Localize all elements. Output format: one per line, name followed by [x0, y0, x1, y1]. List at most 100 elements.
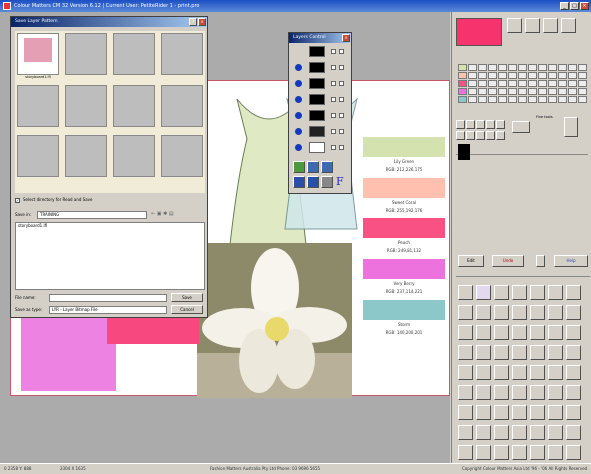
thumbnail-empty[interactable] [113, 85, 155, 127]
tool-button[interactable] [476, 385, 491, 400]
palette-cell[interactable] [538, 72, 547, 79]
palette-cell[interactable] [478, 88, 487, 95]
palette-cell[interactable] [528, 96, 537, 103]
palette-cell[interactable] [468, 64, 477, 71]
palette-cell[interactable] [558, 80, 567, 87]
layer-lock[interactable] [339, 113, 344, 118]
tool-button[interactable] [512, 305, 527, 320]
tool-button[interactable] [512, 385, 527, 400]
layer-checkbox[interactable] [331, 65, 336, 70]
print-icon[interactable] [561, 18, 576, 33]
file-list[interactable]: storyboard1.lfl [15, 222, 205, 290]
palette-cell[interactable] [498, 88, 507, 95]
thumbnail-empty[interactable] [65, 135, 107, 177]
select-tool-icon[interactable] [458, 285, 473, 300]
palette-cell[interactable] [478, 96, 487, 103]
tool-button[interactable] [458, 405, 473, 420]
thumbnail-empty[interactable] [17, 135, 59, 177]
tool-mini-button[interactable] [486, 120, 495, 129]
text-abc-icon[interactable] [566, 285, 581, 300]
colour-palette[interactable] [456, 62, 588, 114]
minimize-button[interactable]: _ [560, 2, 569, 10]
tool-mini-button[interactable] [476, 120, 485, 129]
tool-button[interactable] [530, 385, 545, 400]
palette-cell[interactable] [548, 72, 557, 79]
layer-visibility-icon[interactable] [295, 128, 302, 135]
layer-checkbox[interactable] [331, 49, 336, 54]
layer-save-icon[interactable] [293, 176, 305, 188]
tool-mini-button[interactable] [466, 120, 475, 129]
swatch-sweet-coral[interactable] [363, 178, 445, 198]
layer-visibility-icon[interactable] [295, 144, 302, 151]
palette-cell[interactable] [468, 80, 477, 87]
tool-button[interactable] [494, 305, 509, 320]
layer-row[interactable] [293, 125, 345, 138]
tool-button[interactable] [548, 385, 563, 400]
picture-icon[interactable] [525, 18, 540, 33]
directory-checkbox[interactable]: ✓ [15, 198, 20, 203]
palette-cell[interactable] [468, 72, 477, 79]
palette-cell[interactable] [538, 64, 547, 71]
file-name-input[interactable] [49, 294, 167, 302]
layer-row[interactable] [293, 45, 345, 58]
palette-cell[interactable] [578, 72, 587, 79]
tool-button[interactable] [548, 345, 563, 360]
tool-button[interactable] [476, 325, 491, 340]
layer-visibility-icon[interactable] [295, 112, 302, 119]
tool-button[interactable] [530, 345, 545, 360]
palette-cell[interactable] [568, 96, 577, 103]
palette-cell[interactable] [518, 96, 527, 103]
save-as-type-select[interactable]: LYR - Layer Bitmap File [49, 306, 167, 314]
palette-cell[interactable] [518, 72, 527, 79]
pen-tool-icon[interactable] [530, 285, 545, 300]
palette-cell[interactable] [568, 64, 577, 71]
palette-cell[interactable] [578, 64, 587, 71]
tool-button[interactable] [476, 365, 491, 380]
tool-button[interactable] [476, 305, 491, 320]
palette-cell[interactable] [528, 80, 537, 87]
layer-font-icon[interactable]: F [336, 175, 344, 188]
thumbnail-empty[interactable] [65, 33, 107, 75]
layer-row[interactable] [293, 93, 345, 106]
palette-cell[interactable] [498, 96, 507, 103]
tool-button[interactable] [512, 445, 527, 460]
palette-cell[interactable] [578, 96, 587, 103]
palette-cell[interactable] [568, 88, 577, 95]
help-button[interactable]: Help [554, 255, 588, 267]
dropper-tool-icon[interactable] [548, 285, 563, 300]
tool-button[interactable] [476, 345, 491, 360]
layer-lock[interactable] [339, 65, 344, 70]
tool-button[interactable] [512, 405, 527, 420]
tool-button[interactable] [458, 445, 473, 460]
palette-cell[interactable] [478, 64, 487, 71]
palette-cell[interactable] [468, 96, 477, 103]
text-tool-icon[interactable] [507, 18, 522, 33]
palette-cell[interactable] [498, 80, 507, 87]
tool-mini-button[interactable] [496, 131, 505, 140]
tool-button[interactable] [566, 325, 581, 340]
palette-cell[interactable] [468, 88, 477, 95]
layer-lock[interactable] [339, 81, 344, 86]
palette-cell[interactable] [568, 72, 577, 79]
tool-button[interactable] [530, 445, 545, 460]
palette-cell[interactable] [488, 88, 497, 95]
tool-button[interactable] [494, 405, 509, 420]
tool-button[interactable] [494, 385, 509, 400]
palette-cell[interactable] [578, 80, 587, 87]
file-list-item[interactable]: storyboard1.lfl [18, 223, 204, 229]
layer-lock[interactable] [339, 49, 344, 54]
tool-button[interactable] [530, 405, 545, 420]
palette-cell[interactable] [488, 96, 497, 103]
layer-row[interactable] [293, 109, 345, 122]
layer-load-icon[interactable] [307, 176, 319, 188]
palette-cell[interactable] [568, 80, 577, 87]
thumbnail-storyboard[interactable] [17, 33, 59, 75]
palette-cell[interactable] [458, 88, 467, 95]
tool-mini-button[interactable] [486, 131, 495, 140]
palette-cell[interactable] [538, 96, 547, 103]
layer-delete-icon[interactable] [321, 176, 333, 188]
black-swatch[interactable] [458, 144, 470, 160]
tool-mini-button[interactable] [496, 120, 505, 129]
thumbnail-empty[interactable] [113, 135, 155, 177]
palette-cell[interactable] [478, 72, 487, 79]
